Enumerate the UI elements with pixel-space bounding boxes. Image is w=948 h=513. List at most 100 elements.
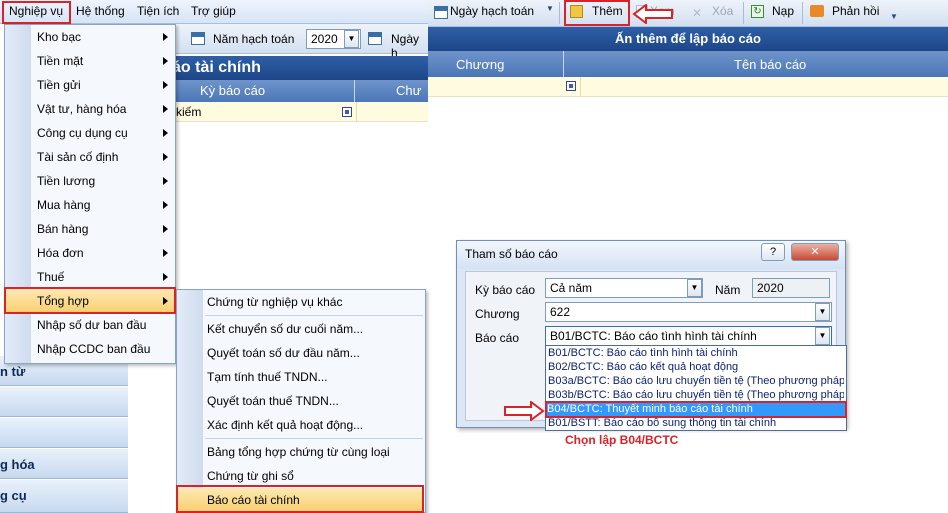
report-option[interactable]: B01/BCTC: Báo cáo tình hình tài chính <box>548 347 844 361</box>
callout-arrow-right-icon <box>504 401 545 421</box>
menu-he-thong[interactable]: Hệ thống <box>76 4 125 18</box>
toolbar-feedback-button[interactable]: Phản hồi <box>832 4 879 18</box>
chevron-right-icon <box>163 177 168 185</box>
nav-item[interactable]: g cụ <box>0 480 128 513</box>
nav-item-label: g cụ <box>0 488 27 503</box>
screenshot-root: Nghiệp vụ Hệ thống Tiện ích Trợ giúp Năm… <box>0 0 948 513</box>
chevron-down-icon[interactable]: ▼ <box>815 327 830 345</box>
year-label: Năm <box>715 283 741 297</box>
refresh-icon: ↻ <box>751 5 764 18</box>
submenu-chung-tu-nghiep-vu[interactable]: Chứng từ nghiệp vụ khác <box>207 290 342 314</box>
left-window: Nghiệp vụ Hệ thống Tiện ích Trợ giúp Năm… <box>0 0 428 513</box>
report-value: B01/BCTC: Báo cáo tình hình tài chính <box>550 329 757 343</box>
menu-item-thue[interactable]: Thuế <box>37 265 64 289</box>
col-ky-bao-cao[interactable]: Kỳ báo cáo <box>200 83 265 98</box>
highlight-bao-cao-tai-chinh <box>176 485 424 513</box>
toolbar-delete-button[interactable]: Xóa <box>712 4 733 18</box>
chevron-right-icon <box>163 201 168 209</box>
chevron-right-icon <box>163 225 168 233</box>
submenu-quyet-toan-so-du[interactable]: Quyết toán số dư đầu năm... <box>207 341 360 365</box>
chevron-down-icon[interactable]: ▼ <box>687 279 702 297</box>
col-divider <box>563 51 564 77</box>
table-row[interactable] <box>428 77 948 97</box>
toolbar-reload-button[interactable]: Nạp <box>772 4 794 18</box>
nav-item[interactable]: g hóa <box>0 449 128 479</box>
chevron-down-icon[interactable]: ▼ <box>344 30 359 48</box>
chevron-right-icon <box>163 153 168 161</box>
chevron-right-icon <box>163 273 168 281</box>
left-toolbar: Năm hạch toán Ngày h <box>176 24 428 60</box>
highlight-b04-option <box>545 401 847 418</box>
chevron-right-icon <box>163 129 168 137</box>
nav-item[interactable] <box>0 418 128 448</box>
menu-item-tai-san[interactable]: Tài sản cố định <box>37 145 118 169</box>
close-button[interactable]: ✕ <box>791 243 839 261</box>
menu-item-tien-gui[interactable]: Tiền gửi <box>37 73 81 97</box>
menu-item-ban-hang[interactable]: Bán hàng <box>37 217 88 241</box>
menu-item-tien-mat[interactable]: Tiền mặt <box>37 49 83 73</box>
report-option[interactable]: B01/BSTT: Báo cáo bổ sung thông tin tài … <box>548 417 844 430</box>
year-field[interactable]: 2020 <box>752 278 830 298</box>
submenu-tam-tinh-thue[interactable]: Tạm tính thuế TNDN... <box>207 365 328 389</box>
menu-item-mua-hang[interactable]: Mua hàng <box>37 193 90 217</box>
left-nav-panel: n từ g hóa g cụ <box>0 356 128 513</box>
dialog-titlebar: Tham số báo cáo <box>457 241 845 269</box>
submenu-quyet-toan-thue[interactable]: Quyết toán thuế TNDN... <box>207 389 339 413</box>
chevron-right-icon <box>163 33 168 41</box>
chapter-select[interactable]: 622 <box>545 302 832 322</box>
report-select[interactable]: B01/BCTC: Báo cáo tình hình tài chính <box>545 326 832 346</box>
calendar-icon <box>434 6 448 19</box>
col-ten-bao-cao[interactable]: Tên báo cáo <box>734 57 806 72</box>
menu-tro-giup[interactable]: Trợ giúp <box>191 4 236 18</box>
submenu-xac-dinh-ket-qua[interactable]: Xác định kết quả hoạt động... <box>207 413 363 437</box>
sub-menu-tong-hop: Chứng từ nghiệp vụ khác Kết chuyển số dư… <box>176 289 426 513</box>
submenu-bang-tong-hop[interactable]: Bảng tổng hợp chứng từ cùng loại <box>207 440 390 464</box>
col-chuong[interactable]: Chư <box>396 83 421 98</box>
toolbar-date-button[interactable]: Ngày hạch toán <box>450 4 534 18</box>
cell-divider <box>580 77 581 97</box>
report-option[interactable]: B02/BCTC: Báo cáo kết quả hoạt động <box>548 361 844 375</box>
nav-item-label: g hóa <box>0 457 35 472</box>
caption-text: Chọn lập B04/BCTC <box>565 433 679 447</box>
report-label: Báo cáo <box>475 331 520 345</box>
period-select[interactable]: Cả năm <box>545 278 703 298</box>
right-toolbar: Ngày hạch toán ▼ Thêm Xem ✕ Xóa ↻ Nạp Ph… <box>428 0 948 27</box>
menu-item-vat-tu[interactable]: Vật tư, hàng hóa <box>37 97 126 121</box>
chevron-down-icon[interactable]: ▼ <box>815 303 830 321</box>
year-value: 2020 <box>311 32 338 46</box>
report-option[interactable]: B03a/BCTC: Báo cáo lưu chuyển tiền tệ (T… <box>548 375 844 389</box>
year-label: Năm hạch toán <box>213 32 295 46</box>
menu-tien-ich[interactable]: Tiện ích <box>137 4 179 18</box>
toolbar-grip-icon: ▼ <box>890 12 898 21</box>
period-label: Kỳ báo cáo <box>475 283 536 297</box>
chevron-right-icon <box>163 81 168 89</box>
chapter-value: 622 <box>550 305 571 319</box>
year-value: 2020 <box>757 281 784 295</box>
row-cell-period: kiếm <box>176 105 202 119</box>
col-divider <box>354 80 355 102</box>
menu-item-nhap-so-du[interactable]: Nhập số dư ban đầu <box>37 313 146 337</box>
menu-item-hoa-don[interactable]: Hóa đơn <box>37 241 84 265</box>
col-chuong[interactable]: Chương <box>456 57 504 72</box>
megaphone-icon <box>810 5 824 17</box>
chevron-right-icon <box>163 57 168 65</box>
menu-separator <box>205 438 423 439</box>
menu-item-cong-cu[interactable]: Công cụ dụng cụ <box>37 121 128 145</box>
ellipsis-icon[interactable] <box>342 107 352 117</box>
menu-item-kho-bac[interactable]: Kho bạc <box>37 25 81 49</box>
toolbar-separator <box>559 2 560 24</box>
menu-item-tien-luong[interactable]: Tiền lương <box>37 169 95 193</box>
chevron-right-icon <box>163 105 168 113</box>
nav-item[interactable] <box>0 387 128 417</box>
right-grid-header: Chương Tên báo cáo <box>428 51 948 77</box>
submenu-ket-chuyen[interactable]: Kết chuyển số dư cuối năm... <box>207 317 363 341</box>
calendar-icon <box>368 32 382 45</box>
help-button[interactable]: ? <box>761 243 785 261</box>
report-options-list: B01/BCTC: Báo cáo tình hình tài chính B0… <box>545 345 847 431</box>
chapter-label: Chương <box>475 307 520 321</box>
callout-arrow-left-icon <box>632 4 673 24</box>
menu-separator <box>205 315 423 316</box>
menu-item-nhap-ccdc[interactable]: Nhập CCDC ban đầu <box>37 337 150 361</box>
ellipsis-icon[interactable] <box>566 81 576 91</box>
toolbar-grip-icon: ▼ <box>546 4 554 13</box>
